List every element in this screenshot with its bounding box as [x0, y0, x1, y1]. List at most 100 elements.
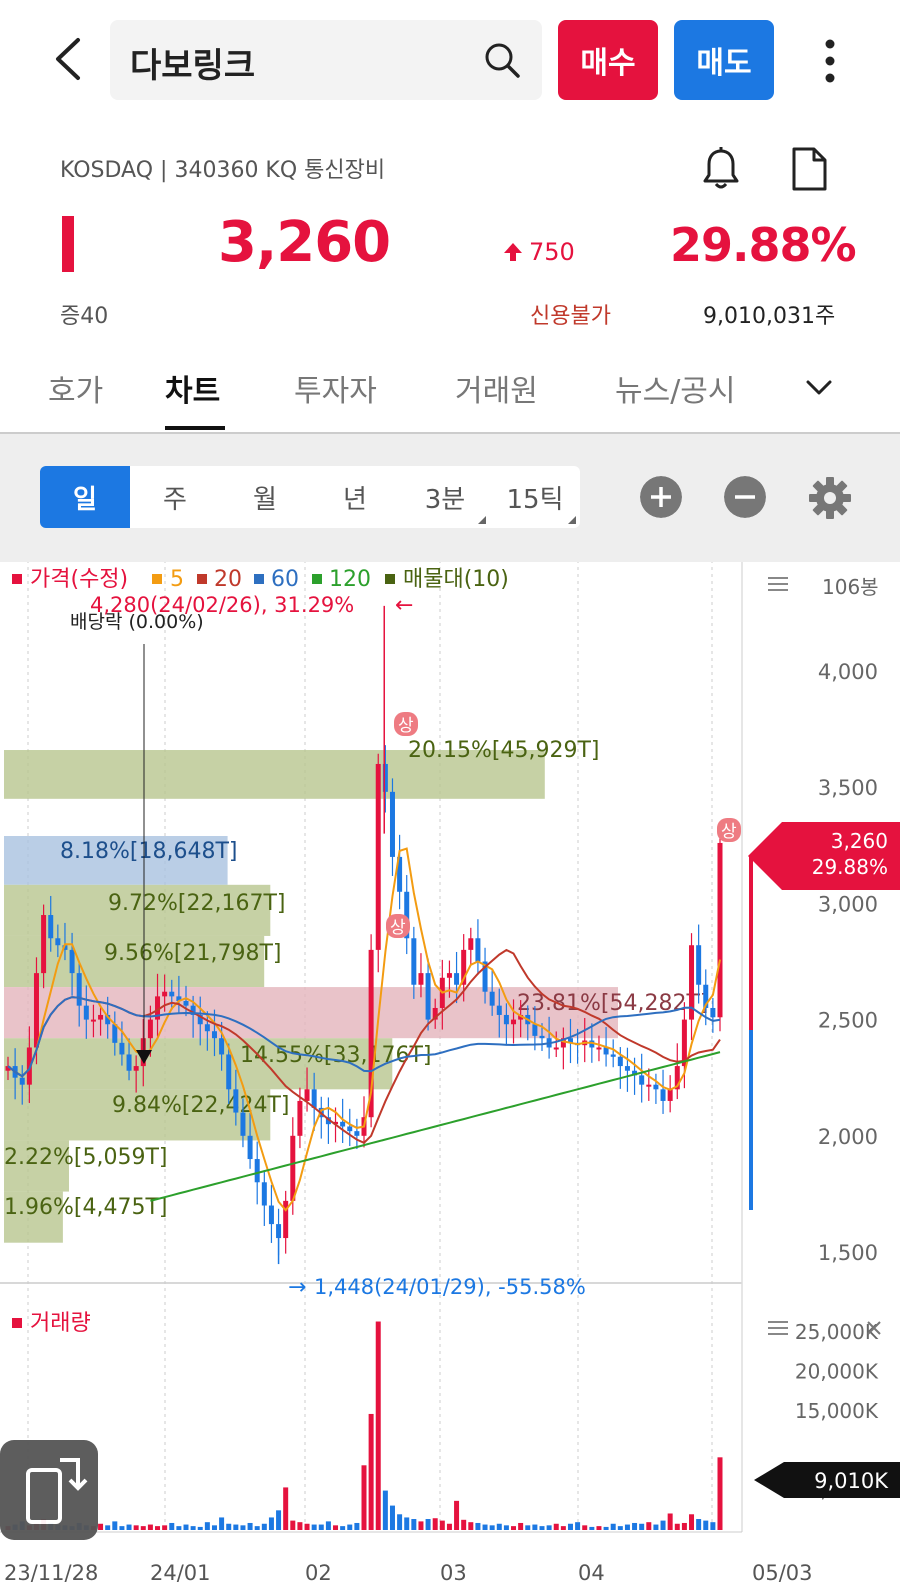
candle-body: [660, 1089, 666, 1101]
back-arrow-icon[interactable]: [50, 36, 90, 82]
candle-body: [418, 973, 424, 985]
credit-status: 신용불가: [530, 304, 611, 329]
volume-profile-label: 9.56%[21,798T]: [104, 941, 281, 966]
volume-bar: [340, 1526, 346, 1530]
document-icon[interactable]: [790, 146, 828, 192]
candle-body: [653, 1084, 659, 1090]
zoom-in-icon[interactable]: [640, 476, 682, 518]
zoom-out-icon[interactable]: [724, 476, 766, 518]
stock-search-field[interactable]: 다보링크: [110, 20, 542, 100]
volume-bar: [681, 1522, 687, 1530]
candle-body: [219, 1038, 225, 1055]
candle-body: [340, 1121, 346, 1127]
volume-profile: 20.15%[45,929T] 8.18%[18,648T] 9.72%[22,16…: [4, 738, 708, 1243]
svg-text:상: 상: [721, 822, 737, 842]
volume-bar: [375, 1321, 381, 1530]
volume-bar: [404, 1517, 410, 1530]
candle-body: [304, 1089, 310, 1101]
period-15tick[interactable]: 15틱: [490, 466, 580, 528]
volume-bar: [496, 1523, 502, 1530]
volume-bar: [354, 1522, 360, 1530]
candle-body: [646, 1084, 652, 1087]
volume-bar: [411, 1519, 417, 1530]
volume-bar: [596, 1526, 602, 1530]
volume-axis-tick: 15,000K: [795, 1399, 879, 1423]
more-options-icon[interactable]: [810, 36, 850, 86]
tab-orderbook[interactable]: 호가: [48, 366, 103, 410]
bell-icon[interactable]: [700, 146, 742, 192]
limit-up-marker: 상: [394, 712, 418, 736]
volume-profile-label: 20.15%[45,929T]: [408, 738, 599, 763]
search-icon[interactable]: [482, 40, 522, 80]
current-volume-value: 9,010K: [814, 1469, 889, 1493]
candle-body: [69, 949, 75, 974]
volume-bar: [553, 1523, 559, 1530]
candle-body: [162, 991, 168, 997]
period-day[interactable]: 일: [40, 466, 130, 528]
candle-body: [610, 1054, 616, 1057]
legend-volume: 거래량: [30, 1311, 91, 1336]
volume-bar: [333, 1525, 339, 1530]
period-3min-label: 3분: [424, 484, 466, 515]
volume-bar: [667, 1513, 673, 1530]
candle-body: [126, 1054, 132, 1071]
x-axis-label: 03: [440, 1561, 467, 1585]
period-year[interactable]: 년: [310, 466, 400, 528]
dropdown-corner-icon: [568, 516, 576, 524]
period-week[interactable]: 주: [130, 466, 220, 528]
tab-brokers[interactable]: 거래원: [455, 366, 538, 410]
tab-news[interactable]: 뉴스/공시: [615, 366, 736, 410]
candle-body: [389, 791, 395, 857]
buy-button[interactable]: 매수: [558, 20, 658, 100]
volume-bar: [261, 1523, 267, 1530]
period-3min[interactable]: 3분: [400, 466, 490, 528]
candle-body: [41, 915, 47, 974]
candle-body: [211, 1031, 217, 1039]
rotate-screen-icon: [26, 1458, 88, 1524]
candle-body: [290, 1135, 296, 1201]
up-arrow-icon: [504, 243, 522, 261]
price-legend: 가격(수정) 5 20 60 120 매물대(10): [12, 567, 509, 592]
stock-name: 다보링크: [130, 46, 256, 86]
candle-body: [717, 842, 723, 1018]
volume-bar: [446, 1523, 452, 1530]
candle-body: [183, 1001, 189, 1006]
volume-bar: [183, 1524, 189, 1530]
x-axis-label: 24/01: [150, 1561, 211, 1585]
volume-bar: [219, 1517, 225, 1530]
sell-button[interactable]: 매도: [674, 20, 774, 100]
candle-body: [489, 991, 495, 1006]
high-arrow-icon: ←: [395, 593, 413, 618]
volume-bar: [276, 1510, 282, 1530]
volume-bar: [368, 1413, 374, 1530]
tab-investors[interactable]: 투자자: [294, 366, 377, 410]
volume-bar: [575, 1522, 581, 1530]
current-price-tag-value: 3,260: [831, 829, 888, 853]
menu-icon[interactable]: [768, 577, 788, 591]
current-pct-tag-value: 29.88%: [812, 855, 888, 879]
x-axis-label: 02: [305, 1561, 332, 1585]
volume-axis-tick: 25,000K: [795, 1320, 879, 1344]
tab-chart[interactable]: 차트: [165, 366, 220, 410]
gear-icon[interactable]: [808, 476, 852, 520]
dropdown-corner-icon: [478, 516, 486, 524]
volume-bar: [233, 1524, 239, 1530]
period-month[interactable]: 월: [220, 466, 310, 528]
volume-bar: [532, 1524, 538, 1530]
rotate-screen-button[interactable]: [0, 1440, 98, 1540]
volume-bar: [560, 1526, 566, 1530]
candle-body: [468, 938, 474, 950]
candle-body: [710, 1007, 716, 1018]
volume-bar: [382, 1490, 388, 1530]
volume-bar: [325, 1521, 331, 1530]
volume-bar: [147, 1524, 153, 1530]
volume-menu-icon[interactable]: [768, 1321, 788, 1335]
low-arrow-icon: →: [288, 1275, 306, 1300]
candle-body: [503, 1014, 509, 1025]
chevron-down-icon[interactable]: [804, 372, 834, 402]
x-axis-label: 05/03: [752, 1561, 813, 1585]
stock-chart[interactable]: 20.15%[45,929T] 8.18%[18,648T] 9.72%[22,16…: [0, 562, 900, 1590]
volume-bar: [105, 1525, 111, 1530]
svg-text:상: 상: [398, 716, 414, 736]
volume-bar: [126, 1524, 132, 1530]
